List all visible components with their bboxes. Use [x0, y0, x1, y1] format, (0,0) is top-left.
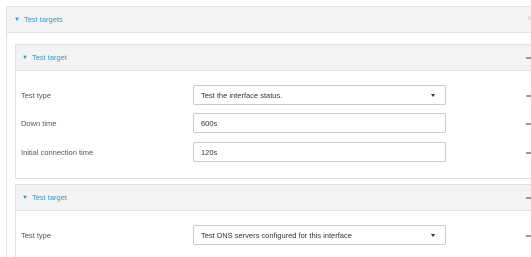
more-options-icon[interactable] — [526, 123, 531, 125]
test-target-title-2: Test target — [31, 193, 67, 202]
test-target-panel-2: ▼ Test target Test type Test DNS servers… — [15, 184, 531, 257]
settings-page: ▼ Test targets › ▼ Test target Test type… — [0, 0, 531, 257]
test-type-label: Test type — [21, 231, 52, 240]
test-target-header-2[interactable]: ▼ Test target — [16, 185, 531, 211]
test-target-header-1[interactable]: ▼ Test target — [16, 45, 531, 71]
more-options-icon[interactable] — [526, 57, 531, 59]
test-type-row-1: Test type Test the interface status. — [16, 85, 531, 107]
test-target-panel-1: ▼ Test target Test type Test the interfa… — [15, 44, 531, 179]
more-options-icon[interactable] — [526, 197, 531, 199]
test-targets-toggle[interactable]: ▼ Test targets — [14, 15, 63, 24]
down-time-input[interactable]: 600s — [193, 113, 446, 133]
test-type-select[interactable]: Test the interface status. — [193, 85, 446, 105]
chevron-down-icon — [431, 94, 435, 97]
chevron-down-icon — [431, 234, 435, 237]
test-type-select[interactable]: Test DNS servers configured for this int… — [193, 225, 446, 245]
test-type-value: Test DNS servers configured for this int… — [201, 230, 352, 240]
initial-connection-time-label: Initial connection time — [21, 148, 94, 157]
initial-connection-time-value: 120s — [201, 147, 218, 157]
down-time-value: 600s — [201, 118, 218, 128]
test-target-toggle-2[interactable]: ▼ Test target — [22, 193, 67, 202]
initial-connection-time-row: Initial connection time 120s — [16, 142, 531, 164]
test-type-label: Test type — [21, 91, 52, 100]
test-targets-title: Test targets — [23, 15, 63, 24]
test-type-row-2: Test type Test DNS servers configured fo… — [16, 225, 531, 247]
test-type-value: Test the interface status. — [201, 90, 283, 100]
more-options-icon[interactable] — [526, 152, 531, 154]
down-time-label: Down time — [21, 119, 57, 128]
down-time-row: Down time 600s — [16, 113, 531, 135]
test-targets-header[interactable]: ▼ Test targets › — [7, 7, 531, 33]
initial-connection-time-input[interactable]: 120s — [193, 142, 446, 162]
more-options-icon[interactable] — [526, 235, 531, 237]
caret-down-icon: ▼ — [22, 194, 28, 201]
caret-down-icon: ▼ — [22, 54, 28, 61]
more-options-icon[interactable] — [526, 95, 531, 97]
test-target-toggle-1[interactable]: ▼ Test target — [22, 53, 67, 62]
caret-down-icon: ▼ — [14, 16, 20, 23]
test-target-title-1: Test target — [31, 53, 67, 62]
